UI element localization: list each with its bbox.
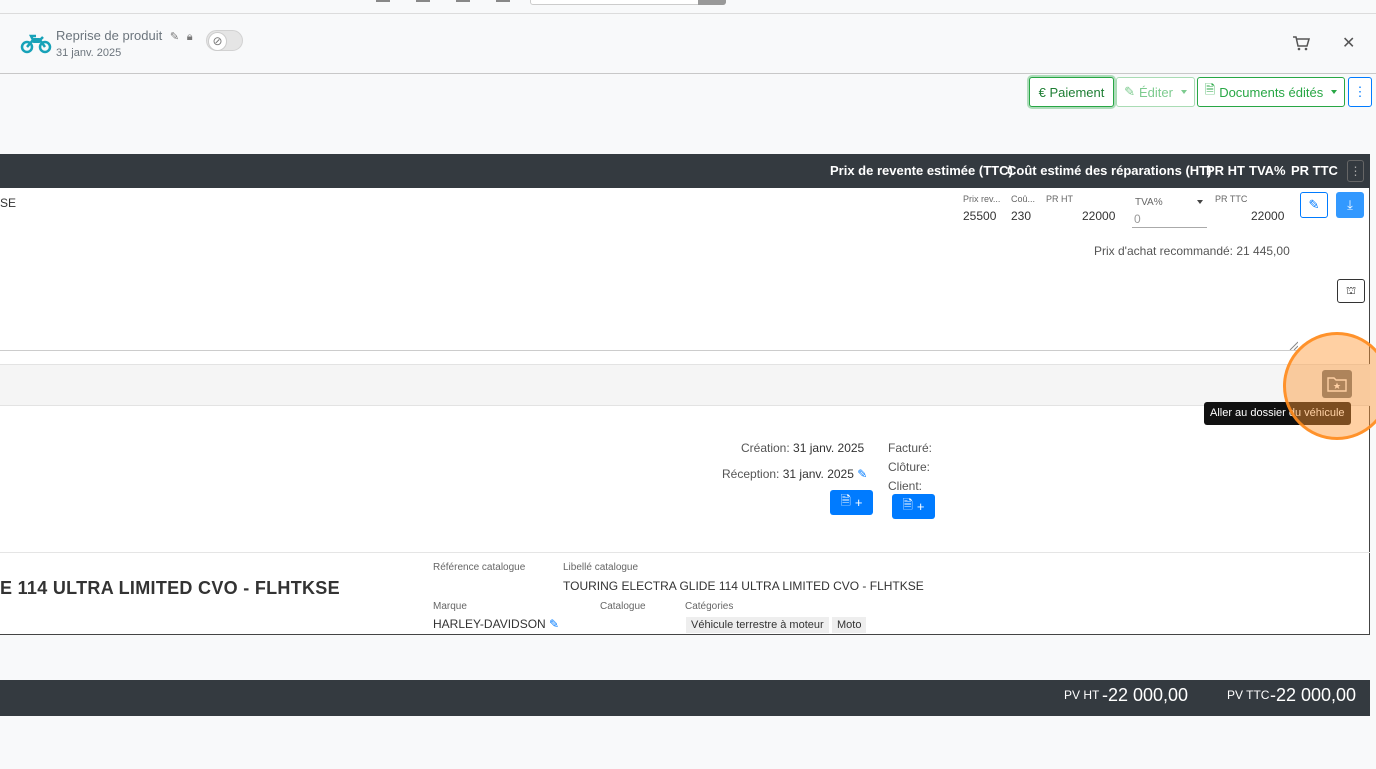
header-cout: Coût estimé des réparations (HT) (1007, 163, 1212, 178)
reception-label: Réception: (722, 467, 780, 481)
edit-row-button[interactable]: ✎ (1300, 192, 1328, 218)
close-icon[interactable]: ✕ (1342, 33, 1355, 53)
libelle-catalogue-value: TOURING ELECTRA GLIDE 114 ULTRA LIMITED … (563, 579, 924, 593)
label-pr-ht: PR HT (1046, 194, 1073, 204)
edit-icon[interactable]: ✎ (857, 467, 867, 481)
vehicle-folder-button[interactable] (1322, 370, 1352, 398)
categories-label: Catégories (685, 601, 734, 612)
tooltip: Aller au dossier du véhicule (1204, 402, 1351, 425)
edit-icon[interactable]: ✎ (549, 617, 559, 631)
page-title: Reprise de produit ✎ 🔒︎ (56, 28, 193, 44)
column-menu-button[interactable]: ⋮ (1347, 160, 1364, 182)
document-icon: 🗎 (840, 492, 851, 508)
edit-icon[interactable]: ✎ (170, 31, 179, 43)
kebab-icon: ⋮ (1353, 84, 1367, 99)
edit-button[interactable]: ✎ Éditer (1116, 77, 1195, 107)
edit-icon: ✎ (1124, 84, 1135, 99)
category-chip: Moto (832, 617, 867, 633)
payment-label: € Paiement (1038, 84, 1105, 100)
client-label: Client: (888, 479, 923, 493)
reception-info: Réception: 31 janv. 2025 ✎ (722, 467, 867, 481)
more-options-button[interactable]: ⋮ (1348, 77, 1372, 107)
toggle-switch[interactable]: ⊘ (206, 30, 243, 51)
creation-value: 31 janv. 2025 (793, 441, 865, 455)
motorcycle-icon (20, 34, 52, 54)
edit-label: Éditer (1138, 84, 1173, 100)
documents-label: Documents édités (1219, 84, 1324, 100)
chevron-down-icon (1197, 200, 1203, 204)
toolbar-icon[interactable] (376, 0, 390, 2)
label-pr-ttc: PR TTC (1215, 194, 1248, 204)
toolbar-icon[interactable] (496, 0, 510, 2)
creation-info: Création: 31 janv. 2025 (741, 441, 864, 455)
value-pr-ht[interactable]: 22000 (1082, 209, 1115, 223)
plus-icon: + (854, 495, 863, 510)
lock-icon: 🔒︎ (186, 31, 193, 43)
toggle-knob-icon: ⊘ (208, 32, 227, 51)
libelle-catalogue-label: Libellé catalogue (563, 562, 639, 573)
download-icon: ⤓ (1347, 197, 1353, 212)
title-text: Reprise de produit (56, 28, 163, 43)
chevron-down-icon (1331, 90, 1338, 94)
tva-select[interactable]: TVA% 0 (1132, 194, 1207, 228)
header-tva: TVA% (1249, 163, 1286, 178)
toolbar-icon[interactable] (456, 0, 470, 2)
catalogue-label: Catalogue (600, 601, 646, 612)
add-document-button[interactable]: 🗎 + (830, 490, 873, 515)
pv-ttc-value: -22 000,00 (1270, 685, 1357, 705)
document-icon: 🗎 (902, 496, 913, 512)
pv-ht-value: -22 000,00 (1102, 685, 1189, 705)
category-chip: Véhicule terrestre à moteur (686, 617, 829, 633)
stamp-button[interactable]: ⛫ (1337, 279, 1365, 303)
textarea-border (0, 350, 1300, 351)
label-prix-revente: Prix rev... (963, 194, 1001, 204)
reception-value: 31 janv. 2025 (782, 467, 854, 481)
value-prix-revente[interactable]: 25500 (963, 209, 996, 223)
facture-label: Facturé: (888, 441, 933, 455)
cloture-label: Clôture: (888, 460, 931, 474)
divider (0, 552, 1370, 553)
label-cout: Coû... (1011, 194, 1036, 204)
marque-text: HARLEY-DAVIDSON (433, 617, 546, 631)
pv-ttc-label: PV TTC (1227, 688, 1270, 702)
value-cout[interactable]: 230 (1011, 209, 1031, 223)
marque-label: Marque (433, 601, 467, 612)
toolbar-icon[interactable] (416, 0, 430, 2)
add-client-document-button[interactable]: 🗎 + (892, 494, 935, 519)
pencil-icon: ✎ (1308, 197, 1320, 212)
header-date: 31 janv. 2025 (56, 47, 122, 59)
documents-button[interactable]: 🗎 Documents édités (1197, 77, 1345, 107)
creation-label: Création: (741, 441, 790, 455)
header-prix-revente: Prix de revente estimée (TTC) (830, 163, 1013, 178)
document-icon: 🗎 (1204, 82, 1216, 97)
tva-label: TVA% (1135, 197, 1163, 208)
ref-catalogue-label: Référence catalogue (433, 562, 526, 573)
marque-value: HARLEY-DAVIDSON ✎ (433, 617, 559, 631)
header-pr-ht: PR HT (1206, 163, 1245, 178)
header-pr-ttc: PR TTC (1291, 163, 1338, 178)
payment-button[interactable]: € Paiement (1029, 77, 1114, 107)
folder-star-icon (1327, 377, 1347, 392)
row-text: SE (0, 196, 17, 210)
cart-icon[interactable] (1292, 35, 1310, 51)
recommended-price: Prix d'achat recommandé: 21 445,00 (1094, 244, 1290, 258)
plus-icon: + (916, 499, 925, 514)
top-strip (0, 0, 1376, 14)
product-title: E 114 ULTRA LIMITED CVO - FLHTKSE (0, 578, 340, 598)
section-band (0, 364, 1370, 406)
pv-ht-label: PV HT (1064, 688, 1100, 702)
resize-handle-icon[interactable] (1288, 340, 1298, 350)
download-button[interactable]: ⤓ (1336, 192, 1364, 218)
stamp-icon: ⛫ (1345, 285, 1357, 297)
search-input[interactable] (530, 0, 726, 5)
tva-value: 0 (1134, 212, 1141, 226)
value-pr-ttc[interactable]: 22000 (1251, 209, 1284, 223)
chevron-down-icon (1180, 90, 1187, 94)
